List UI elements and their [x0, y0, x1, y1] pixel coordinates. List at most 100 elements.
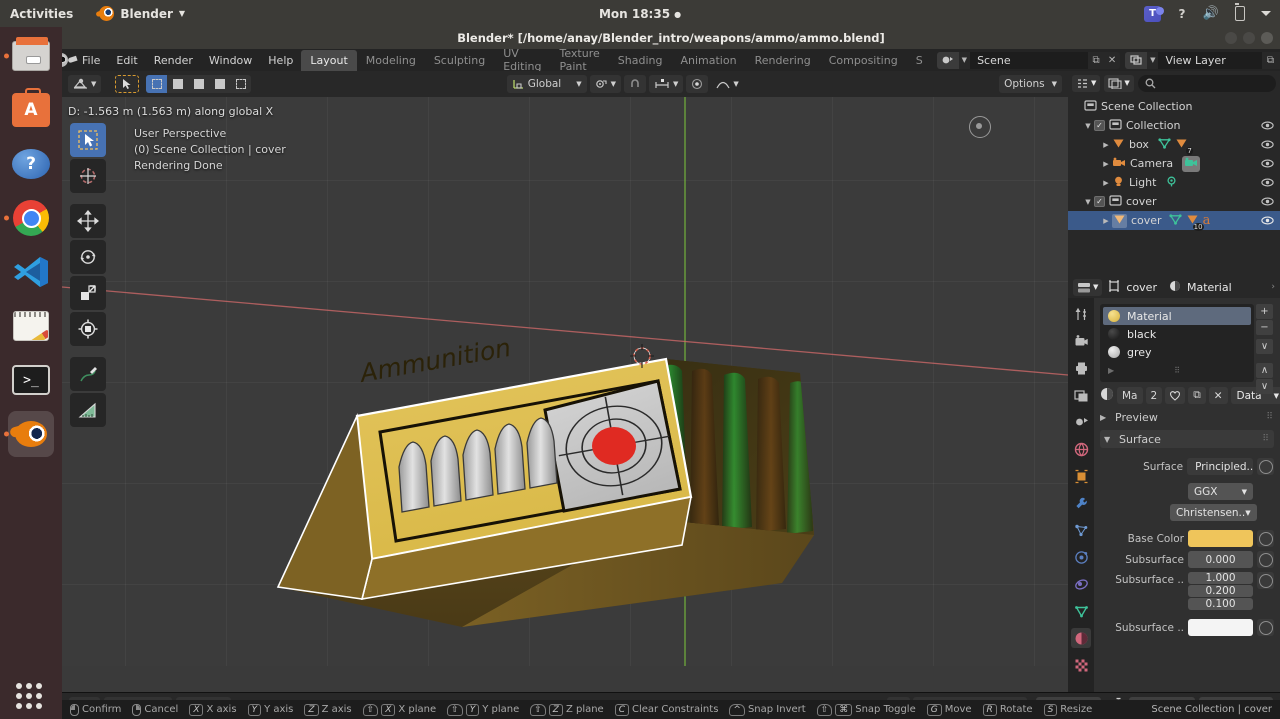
- rotate-tool[interactable]: [70, 240, 106, 274]
- outliner-row-camera[interactable]: ▶ Camera: [1068, 154, 1280, 173]
- move-slot-down-button[interactable]: ∨: [1256, 379, 1273, 394]
- app-menu[interactable]: Blender ▼: [99, 6, 185, 21]
- tab-particles[interactable]: [1071, 520, 1091, 540]
- distribution-select[interactable]: GGX ▼: [1188, 483, 1253, 500]
- material-name-field[interactable]: Ma: [1117, 387, 1143, 404]
- breadcrumb-tab-label[interactable]: Material: [1187, 281, 1232, 294]
- subsurface-method-select[interactable]: Christensen.. ▼: [1170, 504, 1257, 521]
- new-view-layer-button[interactable]: ⧉: [1262, 52, 1278, 69]
- menu-file[interactable]: File: [74, 51, 108, 70]
- cursor-tool[interactable]: [70, 159, 106, 193]
- tab-modifiers[interactable]: [1071, 493, 1091, 513]
- workspace-tab-modeling[interactable]: Modeling: [357, 50, 425, 71]
- tab-data[interactable]: [1071, 601, 1091, 621]
- visibility-eye-icon[interactable]: [1261, 138, 1274, 151]
- chevron-down-icon[interactable]: [1261, 11, 1271, 16]
- tab-tool[interactable]: [1071, 304, 1091, 324]
- outliner-row-cover-object[interactable]: ▶ cover 10 a: [1068, 211, 1280, 231]
- visibility-eye-icon[interactable]: [1261, 195, 1274, 208]
- annotate-tool[interactable]: [70, 357, 106, 391]
- measure-tool[interactable]: [70, 393, 106, 427]
- view-layer-selector[interactable]: ▼ View Layer ⧉ ✕: [1125, 51, 1280, 69]
- snapping-pivot-selector[interactable]: ▼: [589, 75, 621, 93]
- outliner-row-collection[interactable]: ▼ ✓ Collection: [1068, 116, 1280, 135]
- viewport-options-button[interactable]: Options ▼: [999, 75, 1063, 93]
- disclosure-triangle-icon[interactable]: ▼: [1082, 122, 1094, 130]
- material-icon[interactable]: 10: [1186, 214, 1204, 231]
- subsurface-value-field[interactable]: 0.000: [1188, 551, 1253, 568]
- editor-type-selector[interactable]: ▼: [68, 75, 102, 93]
- dock-item-text-editor[interactable]: [8, 303, 54, 349]
- visibility-eye-icon[interactable]: [1261, 176, 1274, 189]
- select-invert-mode[interactable]: [209, 75, 230, 93]
- material-slot-list[interactable]: Material black grey ▶ ⠿ + − ∨ ∧ ∨: [1100, 304, 1273, 394]
- proportional-editing-toggle[interactable]: [686, 75, 709, 93]
- tab-render[interactable]: [1071, 331, 1091, 351]
- radius-x-field[interactable]: 1.000: [1188, 572, 1253, 584]
- new-scene-button[interactable]: ⧉: [1088, 52, 1104, 69]
- fake-user-toggle[interactable]: [1165, 387, 1186, 404]
- material-users-count[interactable]: 2: [1145, 387, 1163, 404]
- mesh-data-icon[interactable]: [1168, 213, 1182, 228]
- input-socket-icon[interactable]: [1257, 530, 1274, 547]
- move-tool[interactable]: [70, 204, 106, 238]
- material-slot-row[interactable]: black: [1103, 325, 1251, 343]
- workspace-tab-sculpting[interactable]: Sculpting: [425, 50, 494, 71]
- light-data-icon[interactable]: [1165, 176, 1178, 190]
- font-icon[interactable]: a: [1203, 214, 1211, 227]
- subsurface-color-swatch[interactable]: [1188, 619, 1253, 636]
- radius-z-field[interactable]: 0.100: [1188, 598, 1253, 610]
- visibility-eye-icon[interactable]: [1261, 119, 1274, 132]
- surface-shader-select[interactable]: Principled..: [1187, 458, 1254, 475]
- scene-name-field[interactable]: Scene: [970, 51, 1089, 69]
- outliner-row-box[interactable]: ▶ box 7: [1068, 135, 1280, 155]
- tab-view-layer[interactable]: [1071, 385, 1091, 405]
- outliner-display-mode[interactable]: ▼: [1104, 74, 1134, 92]
- section-surface[interactable]: ▼ Surface ⠿: [1100, 430, 1274, 448]
- material-slot-row[interactable]: grey: [1103, 343, 1251, 361]
- minimize-button[interactable]: [1225, 32, 1237, 44]
- clock[interactable]: Mon 18:35 ●: [0, 7, 1280, 21]
- collection-checkbox[interactable]: ✓: [1094, 120, 1105, 131]
- disclosure-triangle-icon[interactable]: ▼: [1082, 198, 1094, 206]
- 3d-viewport[interactable]: D: -1.563 m (1.563 m) along global X Use…: [62, 97, 1068, 666]
- material-slot-row[interactable]: Material: [1103, 307, 1251, 325]
- scene-selector[interactable]: ▼ Scene ⧉ ✕: [936, 51, 1121, 69]
- remove-material-slot-button[interactable]: −: [1256, 320, 1273, 335]
- workspace-tab-rendering[interactable]: Rendering: [746, 50, 820, 71]
- snap-target-selector[interactable]: ▼: [649, 75, 684, 93]
- move-slot-up-button[interactable]: ∧: [1256, 363, 1273, 378]
- remove-scene-button[interactable]: ✕: [1104, 52, 1120, 69]
- input-socket-icon[interactable]: [1257, 619, 1274, 636]
- tab-world[interactable]: [1071, 439, 1091, 459]
- input-socket-icon[interactable]: [1257, 572, 1274, 589]
- workspace-tab-layout[interactable]: Layout: [301, 49, 357, 71]
- volume-icon[interactable]: 🔊: [1203, 6, 1219, 22]
- select-subtract-mode[interactable]: [188, 75, 209, 93]
- disclosure-triangle-icon[interactable]: ▶: [1100, 160, 1112, 168]
- visibility-eye-icon[interactable]: [1261, 214, 1274, 227]
- outliner-search-input[interactable]: [1137, 74, 1276, 92]
- view-layer-name-field[interactable]: View Layer: [1158, 51, 1263, 69]
- transform-tool[interactable]: [70, 312, 106, 346]
- tab-physics[interactable]: [1071, 547, 1091, 567]
- transform-orientation-selector[interactable]: Global ▼: [506, 75, 587, 93]
- disclosure-triangle-icon[interactable]: ▶: [1100, 179, 1112, 187]
- close-button[interactable]: [1261, 32, 1273, 44]
- mesh-data-icon[interactable]: [1158, 137, 1171, 152]
- properties-editor-type[interactable]: ▼: [1073, 278, 1103, 296]
- expand-triangle-icon[interactable]: ▶: [1108, 366, 1114, 375]
- workspace-tab-shading[interactable]: Shading: [609, 50, 672, 71]
- input-socket-icon[interactable]: [1257, 551, 1274, 568]
- dock-item-chrome[interactable]: [4, 195, 54, 241]
- disclosure-triangle-icon[interactable]: ▶: [1100, 217, 1112, 225]
- input-socket-icon[interactable]: [1257, 458, 1274, 475]
- visibility-eye-icon[interactable]: [1261, 157, 1274, 170]
- workspace-tab-compositing[interactable]: Compositing: [820, 50, 907, 71]
- tab-scene[interactable]: [1071, 412, 1091, 432]
- select-intersect-mode[interactable]: [230, 75, 251, 93]
- workspace-tab-scripting[interactable]: S: [907, 50, 932, 71]
- scale-tool[interactable]: [70, 276, 106, 310]
- workspace-tab-animation[interactable]: Animation: [671, 50, 745, 71]
- dock-item-terminal[interactable]: >_: [8, 357, 54, 403]
